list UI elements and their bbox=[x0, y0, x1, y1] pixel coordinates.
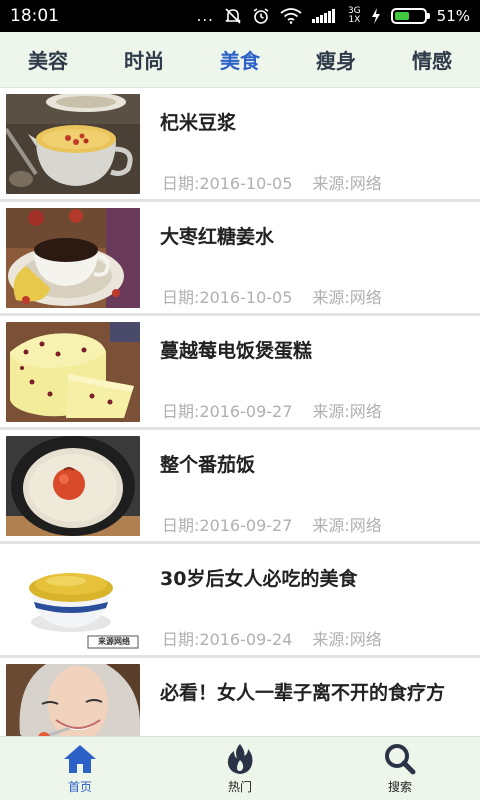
tab-slimming[interactable]: 瘦身 bbox=[316, 45, 356, 74]
list-item[interactable]: 大枣红糖姜水 日期:2016-10-05 来源:网络 bbox=[0, 202, 480, 316]
list-item[interactable]: 整个番茄饭 日期:2016-09-27 来源:网络 bbox=[0, 430, 480, 544]
nav-home-label: 首页 bbox=[67, 780, 92, 794]
article-title[interactable]: 大枣红糖姜水 bbox=[160, 222, 274, 249]
article-thumbnail bbox=[6, 208, 140, 308]
tab-beauty[interactable]: 美容 bbox=[28, 45, 68, 74]
article-title[interactable]: 必看！女人一辈子离不开的食疗方 bbox=[160, 678, 445, 705]
bottom-navigation: 首页 热门 搜索 bbox=[0, 736, 480, 800]
article-source: 来源:网络 bbox=[312, 288, 382, 307]
charging-icon bbox=[371, 8, 381, 24]
article-meta: 日期:2016-10-05 来源:网络 bbox=[162, 284, 382, 308]
article-meta: 日期:2016-09-27 来源:网络 bbox=[162, 398, 382, 422]
nav-search[interactable]: 搜索 bbox=[360, 742, 440, 795]
list-item[interactable]: 来源网络 30岁后女人必吃的美食 日期:2016-09-24 来源:网络 bbox=[0, 544, 480, 658]
article-thumbnail: 来源网络 bbox=[6, 550, 140, 650]
article-meta: 日期:2016-09-24 来源:网络 bbox=[162, 626, 382, 650]
article-thumbnail bbox=[6, 436, 140, 536]
article-date: 日期:2016-09-27 bbox=[162, 402, 293, 421]
search-icon bbox=[385, 744, 416, 775]
notification-dots: ... bbox=[196, 7, 214, 25]
article-meta: 日期:2016-10-05 来源:网络 bbox=[162, 170, 382, 194]
article-source: 来源:网络 bbox=[312, 630, 382, 649]
thumbnail-watermark: 来源网络 bbox=[98, 637, 130, 646]
article-title[interactable]: 30岁后女人必吃的美食 bbox=[160, 564, 357, 591]
home-icon bbox=[64, 745, 96, 773]
article-date: 日期:2016-09-27 bbox=[162, 516, 293, 535]
article-date: 日期:2016-10-05 bbox=[162, 174, 293, 193]
article-thumbnail bbox=[6, 94, 140, 194]
mute-icon bbox=[224, 7, 242, 25]
list-item[interactable]: 蔓越莓电饭煲蛋糕 日期:2016-09-27 来源:网络 bbox=[0, 316, 480, 430]
article-title[interactable]: 蔓越莓电饭煲蛋糕 bbox=[160, 336, 312, 363]
tab-fashion[interactable]: 时尚 bbox=[124, 45, 164, 74]
nav-hot[interactable]: 热门 bbox=[200, 742, 280, 795]
article-source: 来源:网络 bbox=[312, 402, 382, 421]
tab-food[interactable]: 美食 bbox=[220, 45, 260, 74]
status-bar: 18:01 ... 3G 1X 51% bbox=[0, 0, 480, 32]
list-item[interactable]: 杞米豆浆 日期:2016-10-05 来源:网络 bbox=[0, 88, 480, 202]
battery-icon bbox=[390, 8, 430, 24]
category-tabs: 美容 时尚 美食 瘦身 情感 bbox=[0, 32, 480, 88]
article-title[interactable]: 整个番茄饭 bbox=[160, 450, 255, 477]
article-title[interactable]: 杞米豆浆 bbox=[160, 108, 236, 135]
signal-icon bbox=[311, 9, 338, 23]
nav-search-label: 搜索 bbox=[387, 780, 412, 794]
list-item[interactable]: 必看！女人一辈子离不开的食疗方 bbox=[0, 658, 480, 736]
network-type: 3G 1X bbox=[347, 6, 361, 25]
alarm-icon bbox=[252, 7, 270, 25]
wifi-icon bbox=[280, 8, 302, 24]
tab-emotion[interactable]: 情感 bbox=[412, 45, 452, 74]
article-list[interactable]: 杞米豆浆 日期:2016-10-05 来源:网络 大枣红糖姜水 日期:2016-… bbox=[0, 88, 480, 736]
article-source: 来源:网络 bbox=[312, 174, 382, 193]
flame-icon bbox=[227, 744, 253, 774]
nav-home[interactable]: 首页 bbox=[40, 742, 120, 795]
clock: 18:01 bbox=[10, 6, 59, 26]
nav-hot-label: 热门 bbox=[227, 780, 252, 794]
article-source: 来源:网络 bbox=[312, 516, 382, 535]
article-meta: 日期:2016-09-27 来源:网络 bbox=[162, 512, 382, 536]
battery-percent: 51% bbox=[436, 7, 470, 25]
article-date: 日期:2016-09-24 bbox=[162, 630, 293, 649]
article-date: 日期:2016-10-05 bbox=[162, 288, 293, 307]
article-thumbnail bbox=[6, 664, 140, 736]
article-thumbnail bbox=[6, 322, 140, 422]
